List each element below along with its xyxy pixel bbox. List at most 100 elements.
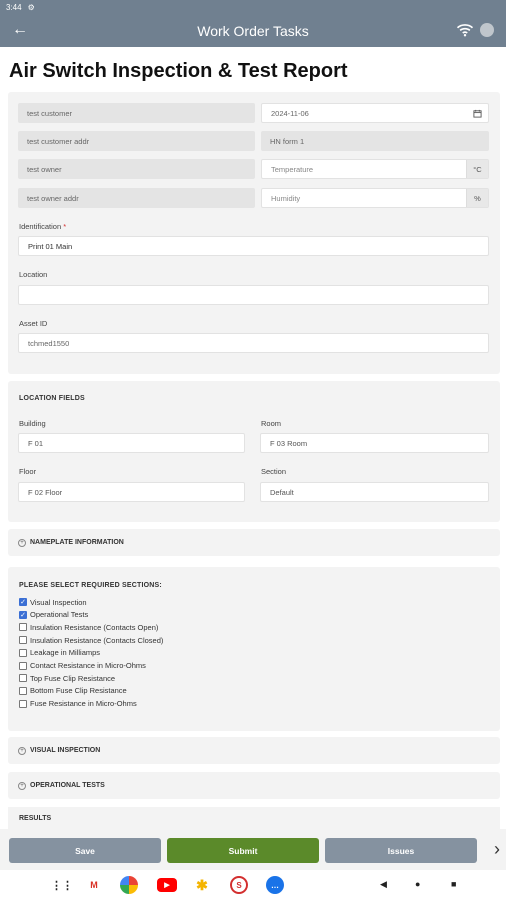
location-input[interactable] bbox=[18, 285, 489, 305]
identification-input[interactable]: Print 01 Main bbox=[18, 236, 489, 256]
location-label: Location bbox=[19, 270, 48, 279]
section-checkbox-label: Top Fuse Clip Resistance bbox=[30, 673, 116, 683]
expand-icon: + bbox=[18, 538, 26, 547]
checkbox-unchecked[interactable] bbox=[19, 636, 27, 645]
app-icon-circle[interactable]: S bbox=[230, 876, 248, 894]
section-checkbox-row[interactable]: Fuse Resistance in Micro-Ohms bbox=[19, 698, 137, 710]
section-checkbox-label: Bottom Fuse Clip Resistance bbox=[30, 686, 127, 696]
temperature-unit: °C bbox=[466, 160, 488, 178]
submit-button[interactable]: Submit bbox=[167, 838, 319, 863]
temperature-placeholder: Temperature bbox=[271, 164, 314, 174]
room-label: Room bbox=[261, 419, 282, 428]
building-input[interactable]: F 01 bbox=[18, 433, 245, 453]
calendar-icon[interactable] bbox=[466, 104, 488, 122]
identification-label: Identification * bbox=[19, 222, 66, 231]
room-value: F 03 Room bbox=[270, 438, 308, 448]
results-label: RESULTS bbox=[19, 815, 52, 822]
chevron-right-icon[interactable]: › bbox=[494, 839, 500, 860]
section-checkbox-label: Insulation Resistance (Contacts Open) bbox=[30, 622, 159, 632]
section-checkbox-row[interactable]: Bottom Fuse Clip Resistance bbox=[19, 685, 127, 697]
section-checkbox-row[interactable]: ✓ Visual Inspection bbox=[19, 596, 87, 608]
app-drawer-icon[interactable]: ⋮⋮ bbox=[51, 876, 73, 894]
settings-icon: ⚙ bbox=[27, 2, 35, 12]
operational-tests-toggle[interactable]: + OPERATIONAL TESTS bbox=[8, 772, 500, 799]
app-title: Work Order Tasks bbox=[197, 22, 309, 39]
humidity-placeholder: Humidity bbox=[271, 193, 301, 203]
humidity-input[interactable]: Humidity % bbox=[261, 188, 489, 208]
customer-field: test customer bbox=[18, 103, 255, 123]
asset-id-label: Asset ID bbox=[19, 319, 48, 328]
visual-inspection-toggle[interactable]: + VISUAL INSPECTION bbox=[8, 737, 500, 764]
section-checkbox-label: Leakage in Milliamps bbox=[30, 648, 101, 658]
photos-icon[interactable]: ✱ bbox=[193, 876, 211, 894]
home-nav-icon[interactable]: ● bbox=[415, 879, 420, 889]
floor-label: Floor bbox=[19, 467, 37, 476]
checkbox-unchecked[interactable] bbox=[19, 674, 27, 683]
wifi-icon bbox=[456, 24, 474, 37]
asset-id-input[interactable]: tchmed1550 bbox=[18, 333, 489, 353]
floor-value: F 02 Floor bbox=[28, 487, 63, 497]
back-nav-icon[interactable]: ◀ bbox=[380, 879, 387, 890]
required-sections-panel: PLEASE SELECT REQUIRED SECTIONS: ✓ Visual… bbox=[8, 567, 500, 731]
owner-addr-field: test owner addr bbox=[18, 188, 255, 208]
location-fields-heading: LOCATION FIELDS bbox=[19, 395, 85, 402]
nameplate-section-toggle[interactable]: + NAMEPLATE INFORMATION bbox=[8, 529, 500, 556]
section-checkbox-row[interactable]: Top Fuse Clip Resistance bbox=[19, 672, 115, 684]
date-field[interactable]: 2024-11-06 bbox=[261, 103, 489, 123]
system-nav-bar: ⋮⋮ M ▶ ✱ S … ◀ ● ■ bbox=[0, 870, 506, 900]
section-checkbox-row[interactable]: Insulation Resistance (Contacts Open) bbox=[19, 621, 158, 633]
section-checkbox-row[interactable]: ✓ Operational Tests bbox=[19, 609, 88, 621]
gmail-icon[interactable]: M bbox=[85, 876, 103, 894]
checkbox-unchecked[interactable] bbox=[19, 623, 27, 632]
section-checkbox-row[interactable]: Leakage in Milliamps bbox=[19, 647, 100, 659]
visual-inspection-label: VISUAL INSPECTION bbox=[30, 747, 101, 754]
section-checkbox-label: Visual Inspection bbox=[30, 597, 87, 607]
save-button[interactable]: Save bbox=[9, 838, 161, 863]
header-info-panel: test customer 2024-11-06 test customer a… bbox=[8, 92, 500, 374]
owner-addr-value: test owner addr bbox=[27, 193, 79, 203]
checkbox-unchecked[interactable] bbox=[19, 686, 27, 695]
section-checkbox-row[interactable]: Insulation Resistance (Contacts Closed) bbox=[19, 634, 163, 646]
section-checkbox-label: Contact Resistance in Micro-Ohms bbox=[30, 661, 146, 670]
nameplate-label: NAMEPLATE INFORMATION bbox=[30, 539, 124, 546]
section-label: Section bbox=[261, 467, 287, 476]
expand-icon: + bbox=[18, 781, 26, 790]
checkbox-unchecked[interactable] bbox=[19, 661, 27, 670]
results-section: RESULTS bbox=[8, 807, 500, 829]
checkbox-checked[interactable]: ✓ bbox=[19, 610, 27, 619]
page-title: Air Switch Inspection & Test Report bbox=[9, 60, 348, 82]
section-input[interactable]: Default bbox=[260, 482, 489, 502]
room-input[interactable]: F 03 Room bbox=[260, 433, 489, 453]
form-value: HN form 1 bbox=[270, 136, 305, 146]
expand-icon: + bbox=[18, 746, 26, 755]
floor-input[interactable]: F 02 Floor bbox=[18, 482, 245, 502]
location-fields-panel: LOCATION FIELDS Building F 01 Room F 03 … bbox=[8, 381, 500, 522]
checkbox-checked[interactable]: ✓ bbox=[19, 598, 27, 606]
section-checkbox-label: Insulation Resistance (Contacts Closed) bbox=[30, 635, 164, 645]
status-bar: 3:44 ⚙ bbox=[0, 0, 506, 14]
chrome-icon[interactable] bbox=[120, 876, 138, 894]
temperature-input[interactable]: Temperature °C bbox=[261, 159, 489, 179]
customer-addr-value: test customer addr bbox=[27, 136, 90, 146]
form-field: HN form 1 bbox=[261, 131, 489, 151]
required-mark: * bbox=[63, 222, 67, 231]
owner-field: test owner bbox=[18, 159, 255, 179]
issues-button[interactable]: Issues bbox=[325, 838, 477, 863]
app-bar: ← Work Order Tasks bbox=[0, 14, 506, 47]
messages-icon[interactable]: … bbox=[266, 876, 284, 894]
customer-value: test customer bbox=[27, 108, 73, 118]
section-checkbox-row[interactable]: Contact Resistance in Micro-Ohms bbox=[19, 660, 146, 672]
humidity-unit: % bbox=[466, 189, 488, 207]
section-checkbox-label: Operational Tests bbox=[30, 610, 89, 620]
section-checkbox-label: Fuse Resistance in Micro-Ohms bbox=[30, 699, 137, 709]
recents-nav-icon[interactable]: ■ bbox=[451, 879, 456, 889]
asset-id-value: tchmed1550 bbox=[28, 338, 70, 348]
operational-tests-label: OPERATIONAL TESTS bbox=[30, 782, 105, 789]
youtube-icon[interactable]: ▶ bbox=[157, 878, 177, 892]
checkbox-unchecked[interactable] bbox=[19, 648, 27, 657]
section-value: Default bbox=[270, 487, 294, 497]
checkbox-unchecked[interactable] bbox=[19, 699, 27, 708]
avatar[interactable] bbox=[480, 23, 494, 37]
date-value: 2024-11-06 bbox=[271, 108, 309, 118]
required-sections-heading: PLEASE SELECT REQUIRED SECTIONS: bbox=[19, 582, 162, 589]
